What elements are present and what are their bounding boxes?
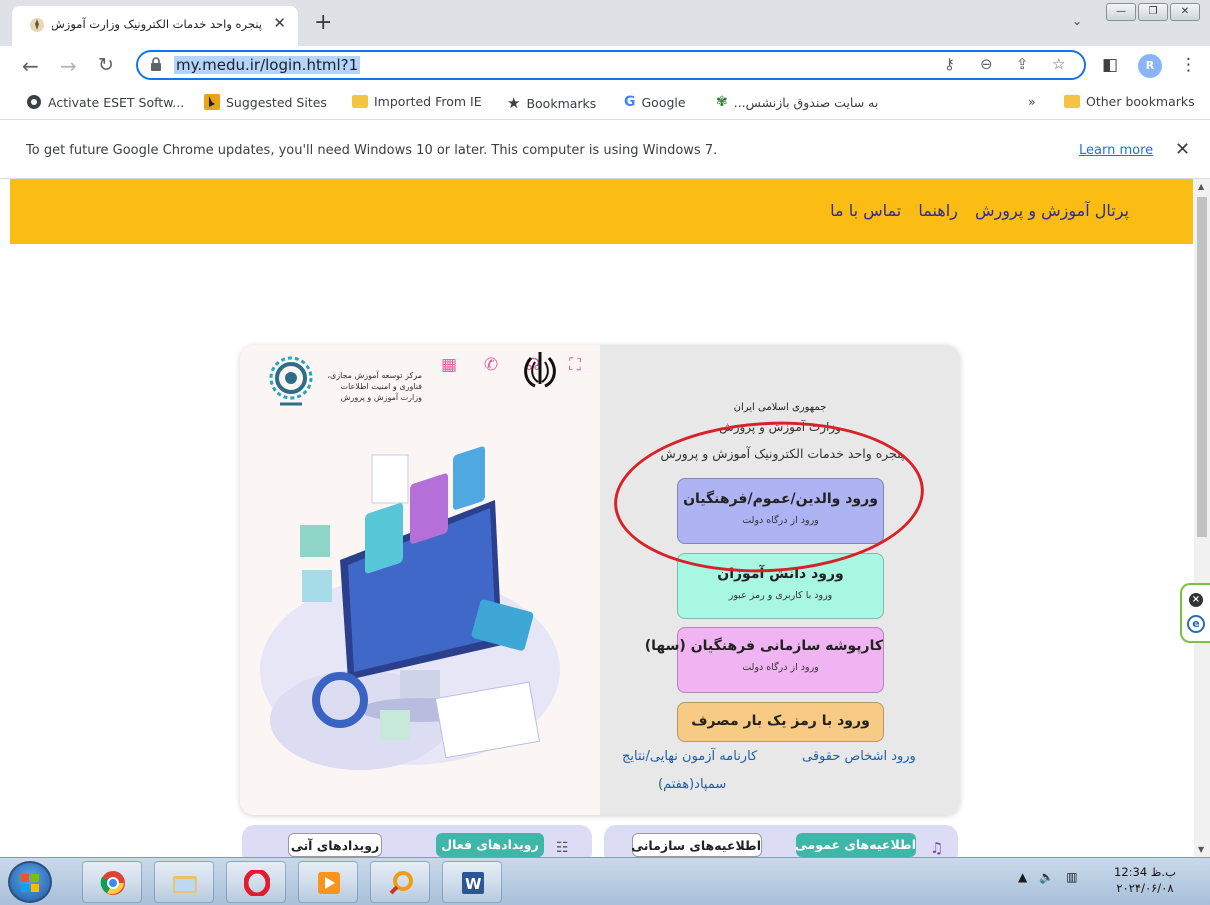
word-icon: W bbox=[462, 872, 484, 894]
bing-icon bbox=[204, 94, 220, 110]
minimize-button[interactable]: — bbox=[1106, 3, 1136, 21]
ministry-center-logo bbox=[269, 356, 313, 406]
infobar-message: To get future Google Chrome updates, you… bbox=[26, 143, 718, 158]
opera-icon bbox=[244, 870, 270, 896]
forward-arrow-icon[interactable]: → bbox=[60, 54, 77, 78]
bookmark-eset[interactable]: Activate ESET Softw... bbox=[26, 94, 184, 110]
nav-contact-link[interactable]: تماس با ما bbox=[830, 201, 901, 220]
tab-public-announcements[interactable]: اطلاعیه‌های عمومی bbox=[795, 833, 916, 857]
more-bookmarks-chevron[interactable]: » bbox=[1028, 94, 1036, 109]
legal-entities-link[interactable]: ورود اشخاص حقوقی bbox=[802, 749, 916, 764]
tab-active-events[interactable]: رویدادهای فعال bbox=[436, 833, 544, 857]
key-icon[interactable]: ⚷ bbox=[944, 55, 955, 73]
scrollbar-thumb[interactable] bbox=[1197, 197, 1207, 537]
chrome-icon bbox=[100, 871, 125, 895]
bookmark-suggested-sites[interactable]: Suggested Sites bbox=[204, 94, 327, 110]
close-window-button[interactable]: ✕ bbox=[1170, 3, 1200, 21]
phone-icon[interactable]: ✆ bbox=[480, 355, 502, 375]
reload-icon[interactable]: ↻ bbox=[98, 54, 114, 76]
google-icon: G bbox=[624, 94, 636, 110]
qr-code-icon[interactable]: ▦ bbox=[438, 355, 460, 375]
tray-arrow-icon[interactable]: ▲ bbox=[1018, 870, 1027, 884]
widget-close-icon[interactable]: × bbox=[1189, 593, 1203, 607]
page-scrollbar[interactable]: ▲ ▼ bbox=[1194, 179, 1210, 857]
bookmark-pension-fund[interactable]: ✾ به سایت صندوق بازنشس... bbox=[716, 94, 878, 110]
taskbar-media-player[interactable] bbox=[298, 861, 358, 903]
url-text[interactable]: my.medu.ir/login.html?1 bbox=[174, 56, 361, 74]
site-top-nav: پرتال آموزش و پرورش راهنما تماس با ما bbox=[10, 179, 1193, 244]
tab-upcoming-events[interactable]: رویدادهای آتی bbox=[288, 833, 382, 857]
face-scan-icon[interactable]: ⛶ bbox=[564, 355, 586, 375]
tab-search-chevron-icon[interactable]: ⌄ bbox=[1072, 14, 1082, 28]
chrome-menu-icon[interactable]: ⋮ bbox=[1180, 55, 1197, 75]
star-icon: ★ bbox=[507, 94, 521, 112]
volume-icon[interactable]: 🔈 bbox=[1039, 870, 1054, 884]
folder-icon bbox=[352, 95, 368, 108]
card-icon-row: ▦ ✆ ☊ ⛶ bbox=[438, 355, 586, 375]
learn-more-link[interactable]: Learn more bbox=[1079, 143, 1153, 158]
widget-e-icon[interactable]: e bbox=[1187, 615, 1205, 633]
system-tray: ▲ 🔈 ▥ bbox=[1018, 870, 1078, 884]
saha-login-button[interactable]: کارپوشه سازمانی فرهنگیان (سها) ورود از د… bbox=[645, 627, 884, 693]
bookmark-star-icon[interactable]: ☆ bbox=[1052, 55, 1065, 73]
browser-tab[interactable]: پنجره واحد خدمات الکترونیک وزارت آموزش ✕ bbox=[12, 6, 298, 46]
browser-toolbar: ← → ↻ my.medu.ir/login.html?1 ⚷ ⊖ ⇪ ☆ ◧ … bbox=[0, 46, 1210, 86]
browser-tab-strip: پنجره واحد خدمات الکترونیک وزارت آموزش ✕… bbox=[0, 0, 1210, 46]
magnifier-icon bbox=[389, 871, 413, 895]
folder-icon bbox=[173, 876, 197, 893]
profile-avatar[interactable]: R bbox=[1138, 54, 1162, 78]
zoom-icon[interactable]: ⊖ bbox=[980, 55, 993, 73]
folder-icon bbox=[1064, 95, 1080, 108]
taskbar-opera[interactable] bbox=[226, 861, 286, 903]
media-player-icon bbox=[318, 872, 340, 894]
maximize-button[interactable]: ❐ bbox=[1138, 3, 1168, 21]
bookmarks-bar: Activate ESET Softw... Suggested Sites I… bbox=[0, 86, 1210, 120]
taskbar-word[interactable]: W bbox=[442, 861, 502, 903]
computer-illustration bbox=[260, 446, 560, 770]
fund-icon: ✾ bbox=[716, 94, 728, 110]
windows-logo-icon bbox=[21, 874, 39, 892]
start-button[interactable] bbox=[8, 861, 52, 903]
scroll-down-arrow-icon[interactable]: ▼ bbox=[1198, 845, 1204, 854]
nav-guide-link[interactable]: راهنما bbox=[918, 201, 958, 220]
window-controls: — ❐ ✕ bbox=[1106, 3, 1200, 21]
new-tab-button[interactable]: + bbox=[314, 10, 332, 35]
address-bar[interactable]: my.medu.ir/login.html?1 ⚷ ⊖ ⇪ ☆ bbox=[136, 50, 1086, 80]
site-favicon-icon bbox=[30, 18, 44, 32]
windows-taskbar: W ▲ 🔈 ▥ 12:34 ب.ظ ۲۰۲۴/۰۶/۰۸ bbox=[0, 857, 1210, 905]
lock-icon bbox=[151, 57, 161, 71]
side-panel-icon[interactable]: ◧ bbox=[1102, 55, 1118, 75]
svg-text:W: W bbox=[465, 875, 482, 893]
system-clock[interactable]: 12:34 ب.ظ ۲۰۲۴/۰۶/۰۸ bbox=[1114, 864, 1176, 896]
taskbar-search-app[interactable] bbox=[370, 861, 430, 903]
org-country: جمهوری اسلامی ایران bbox=[733, 402, 827, 413]
bookmark-imported-from-ie[interactable]: Imported From IE bbox=[352, 94, 482, 109]
taskbar-chrome[interactable] bbox=[82, 861, 142, 903]
infobar-close-icon[interactable]: ✕ bbox=[1175, 139, 1190, 160]
scroll-up-arrow-icon[interactable]: ▲ bbox=[1198, 182, 1204, 191]
nav-portal-link[interactable]: پرتال آموزش و پرورش bbox=[975, 201, 1129, 220]
extension-side-widget: × e bbox=[1180, 583, 1210, 643]
logo-caption: مرکز توسعه آموزش مجازی، فناوری و امنیت ا… bbox=[327, 371, 422, 402]
tab-close-icon[interactable]: ✕ bbox=[273, 14, 286, 32]
iran-emblem-icon bbox=[524, 352, 556, 388]
tab-org-announcements[interactable]: اطلاعیه‌های سازمانی bbox=[631, 833, 762, 857]
network-icon[interactable]: ▥ bbox=[1066, 870, 1077, 884]
back-arrow-icon[interactable]: ← bbox=[22, 54, 39, 78]
otp-login-button[interactable]: ورود با رمز یک بار مصرف bbox=[677, 702, 884, 742]
bookmark-google[interactable]: G Google bbox=[624, 94, 686, 110]
sampad-link[interactable]: سمپاد(هفتم) bbox=[658, 777, 726, 792]
tab-title: پنجره واحد خدمات الکترونیک وزارت آموزش bbox=[52, 17, 262, 31]
share-icon[interactable]: ⇪ bbox=[1016, 55, 1029, 73]
bookmark-bookmarks[interactable]: ★ Bookmarks bbox=[507, 94, 596, 112]
eset-icon bbox=[27, 95, 41, 109]
report-card-link[interactable]: کارنامه آزمون نهایی/نتایج bbox=[622, 749, 757, 764]
update-infobar: To get future Google Chrome updates, you… bbox=[0, 121, 1210, 179]
taskbar-file-explorer[interactable] bbox=[154, 861, 214, 903]
bookmark-other[interactable]: Other bookmarks bbox=[1064, 94, 1195, 109]
